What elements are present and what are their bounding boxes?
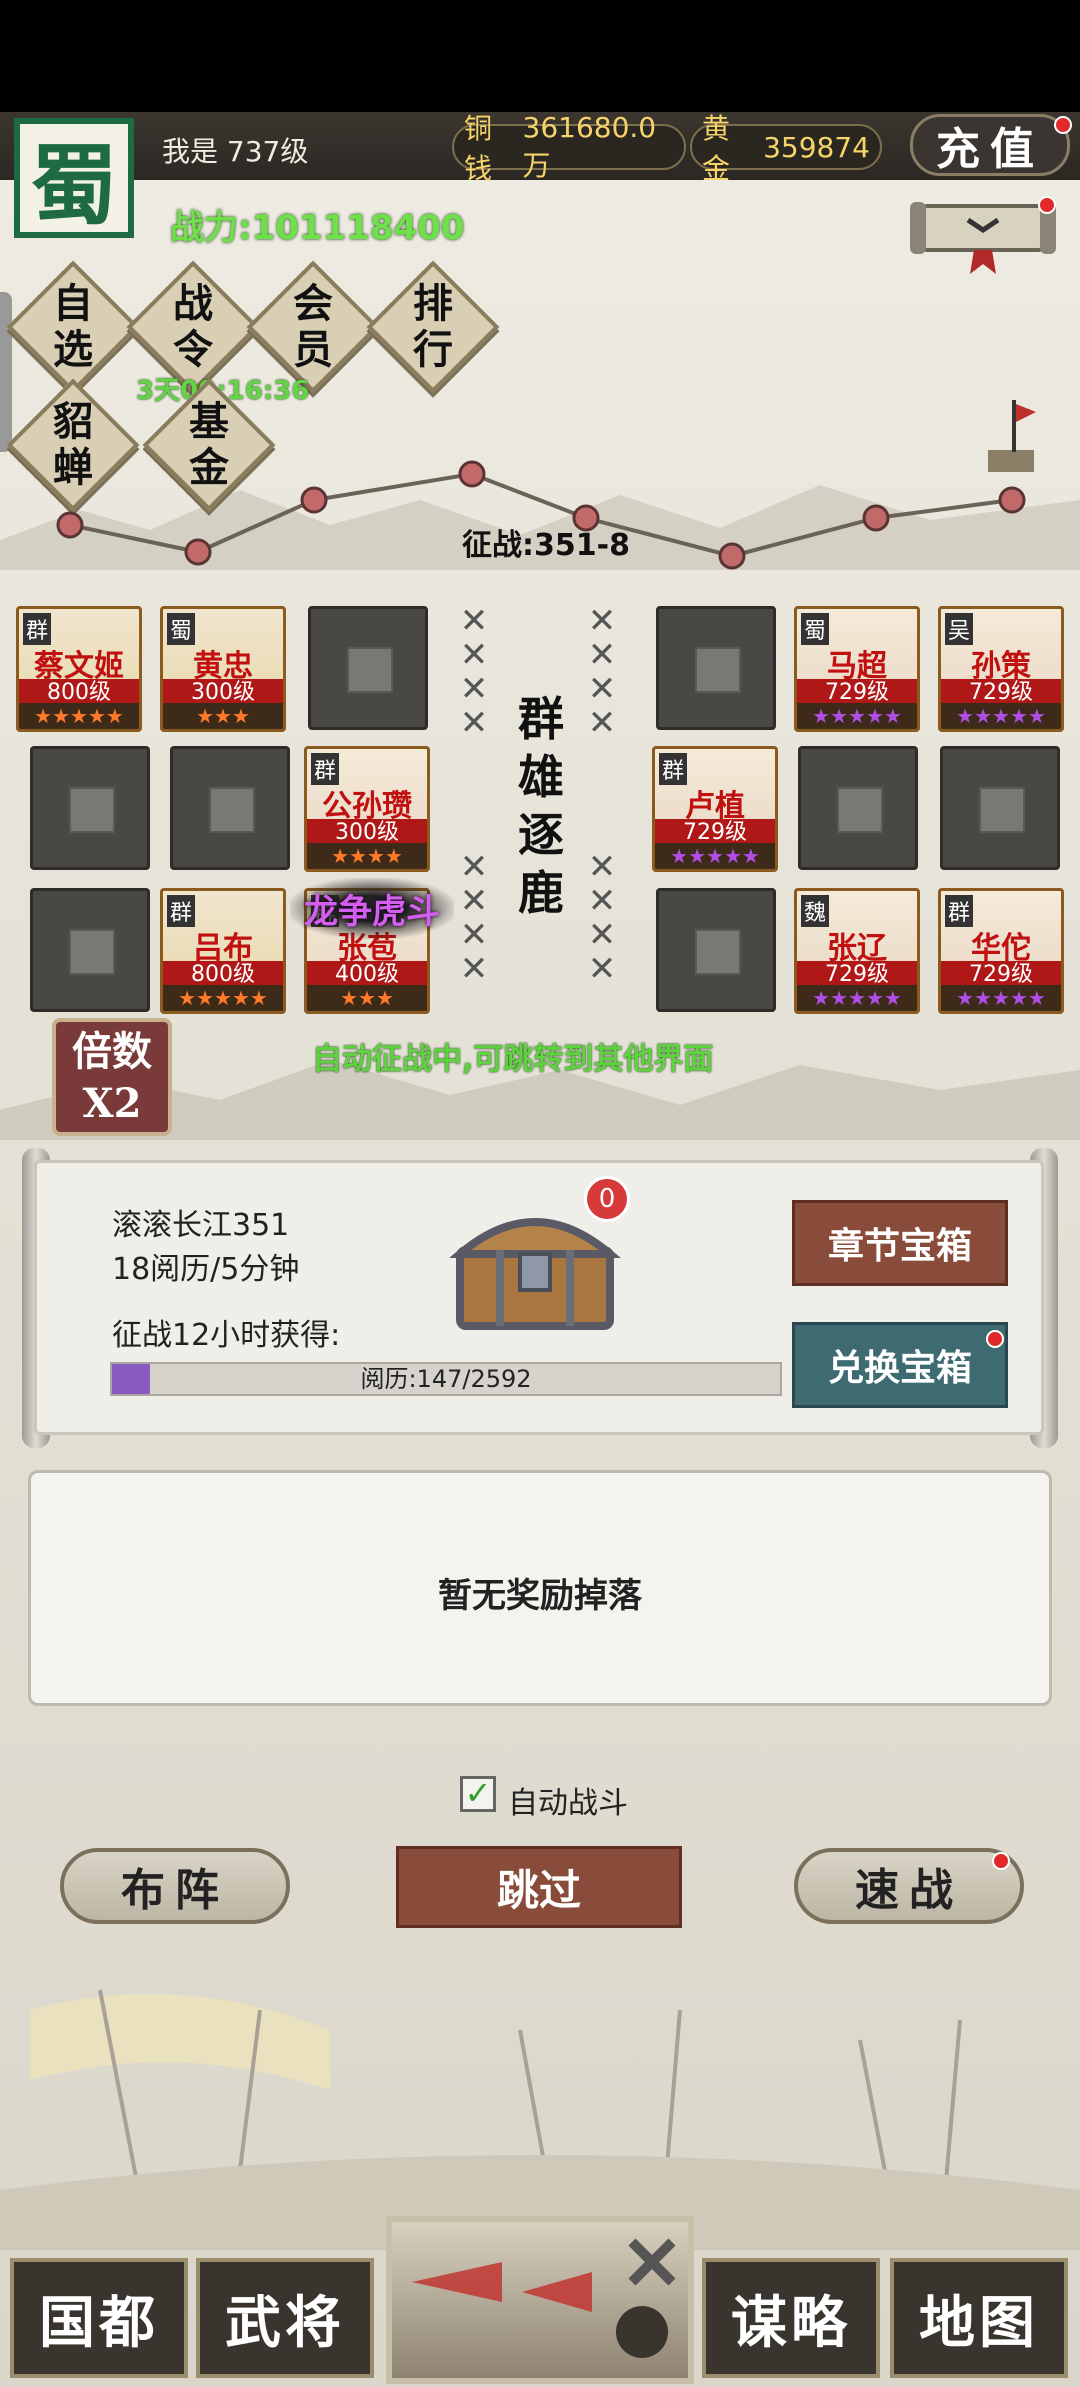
skip-button[interactable]: 跳过: [396, 1846, 682, 1928]
nav-strategy[interactable]: 谋略: [702, 2258, 880, 2378]
menu-self-select[interactable]: 自选: [6, 260, 140, 394]
empty-slot[interactable]: [656, 888, 776, 1012]
player-level: 我是 737级: [162, 135, 309, 168]
chain-decoration: ✕ ✕ ✕ ✕: [459, 847, 489, 989]
combat-power: 战力:101118400: [170, 208, 465, 248]
menu-ranking[interactable]: 排行: [366, 260, 500, 394]
battlefield-decoration: [0, 1989, 1080, 2250]
hero-stars: ★★★: [307, 985, 427, 1011]
hero-stars: ★★★★★: [797, 703, 917, 729]
skill-popup: 龙争虎斗: [290, 878, 454, 939]
auto-battle-label: 自动战斗: [508, 1786, 628, 1821]
progress-text: 阅历:147/2592: [360, 1365, 532, 1393]
recharge-notification-dot: [1054, 116, 1072, 134]
auto-battle-checkbox[interactable]: ✓: [460, 1776, 496, 1812]
menu-label: 战: [173, 280, 213, 327]
scroll-icon[interactable]: [908, 196, 1058, 276]
hero-card-right-3[interactable]: 群 卢植 729级 ★★★★★: [652, 746, 778, 872]
hero-stars: ★★★★★: [941, 985, 1061, 1011]
battle-title: 群 雄 逐 鹿: [506, 690, 576, 922]
hero-stars: ★★★★: [307, 843, 427, 869]
no-drops-text: 暂无奖励掉落: [438, 1576, 642, 1616]
gold-value: 359874: [763, 130, 870, 164]
nav-capital[interactable]: 国都: [10, 2258, 188, 2378]
battle-title-char: 雄: [518, 750, 564, 804]
menu-label: 排: [413, 280, 453, 327]
chapter-earn-label: 征战12小时获得:: [112, 1318, 341, 1353]
menu-label: 行: [413, 326, 453, 373]
hero-card-right-2[interactable]: 吴 孙策 729级 ★★★★★: [938, 606, 1064, 732]
copper-value: 361680.0万: [522, 110, 657, 182]
auto-battle-message: 自动征战中,可跳转到其他界面: [312, 1042, 714, 1077]
chapter-chest-button[interactable]: 章节宝箱: [792, 1200, 1008, 1286]
empty-slot[interactable]: [656, 606, 776, 730]
gold-currency[interactable]: 黄金 359874: [690, 112, 882, 185]
nav-generals[interactable]: 武将: [196, 2258, 374, 2378]
menu-label: 员: [293, 326, 333, 373]
campaign-scene-icon: [412, 2238, 676, 2358]
exchange-chest-button[interactable]: 兑换宝箱: [792, 1322, 1008, 1408]
empty-slot[interactable]: [798, 746, 918, 870]
battle-title-char: 逐: [518, 808, 564, 862]
chapter-name: 滚滚长江351: [112, 1208, 290, 1243]
hero-stars: ★★★★★: [163, 985, 283, 1011]
status-bar-area: [0, 0, 1080, 112]
menu-label: 自: [53, 280, 93, 327]
hero-card-right-1[interactable]: 蜀 马超 729级 ★★★★★: [794, 606, 920, 732]
faction-badge[interactable]: 蜀: [14, 118, 134, 238]
chapter-rate: 18阅历/5分钟: [112, 1252, 300, 1287]
exchange-notification-dot: [986, 1330, 1004, 1348]
chest-count-badge: 0: [584, 1176, 630, 1222]
hero-stars: ★★★★★: [655, 843, 775, 869]
battle-title-char: 鹿: [518, 866, 564, 920]
multiplier-label: 倍数: [72, 1028, 152, 1075]
copper-label: 铜钱: [464, 112, 493, 185]
nav-map[interactable]: 地图: [890, 2258, 1068, 2378]
chain-decoration: ✕ ✕ ✕ ✕: [587, 601, 617, 743]
empty-slot[interactable]: [308, 606, 428, 730]
empty-slot[interactable]: [940, 746, 1060, 870]
recharge-button[interactable]: 充值: [910, 114, 1070, 176]
hero-card-left-3[interactable]: 群 公孙瓒 300级 ★★★★: [304, 746, 430, 872]
hero-stars: ★★★★★: [797, 985, 917, 1011]
multiplier-button[interactable]: 倍数 X2: [52, 1018, 172, 1136]
hero-stars: ★★★: [163, 703, 283, 729]
hero-card-right-4[interactable]: 魏 张辽 729级 ★★★★★: [794, 888, 920, 1014]
hero-card-left-4[interactable]: 群 吕布 800级 ★★★★★: [160, 888, 286, 1014]
formation-button[interactable]: 布阵: [60, 1848, 290, 1924]
chain-decoration: ✕ ✕ ✕ ✕: [459, 601, 489, 743]
hero-card-right-5[interactable]: 群 华佗 729级 ★★★★★: [938, 888, 1064, 1014]
chain-decoration: ✕ ✕ ✕ ✕: [587, 847, 617, 989]
hero-stars: ★★★★★: [941, 703, 1061, 729]
scroll-notification-dot: [1038, 196, 1056, 214]
quick-battle-notification-dot: [992, 1852, 1010, 1870]
empty-slot[interactable]: [30, 888, 150, 1012]
copper-currency[interactable]: 铜钱 361680.0万: [452, 111, 686, 185]
menu-label: 选: [53, 326, 93, 373]
hero-card-left-2[interactable]: 蜀 黄忠 300级 ★★★: [160, 606, 286, 732]
hero-stars: ★★★★★: [19, 703, 139, 729]
battle-title-char: 群: [518, 692, 564, 746]
nav-campaign[interactable]: [386, 2216, 694, 2384]
experience-progress-bar: 阅历:147/2592: [110, 1362, 782, 1396]
multiplier-value: X2: [82, 1080, 142, 1127]
quick-battle-button[interactable]: 速战: [794, 1848, 1024, 1924]
menu-label: 令: [173, 326, 213, 373]
hero-card-left-1[interactable]: 群 蔡文姬 800级 ★★★★★: [16, 606, 142, 732]
empty-slot[interactable]: [170, 746, 290, 870]
empty-slot[interactable]: [30, 746, 150, 870]
stage-label: 征战:351-8: [462, 528, 630, 563]
gold-label: 黄金: [702, 112, 731, 185]
menu-label: 会: [293, 280, 333, 327]
